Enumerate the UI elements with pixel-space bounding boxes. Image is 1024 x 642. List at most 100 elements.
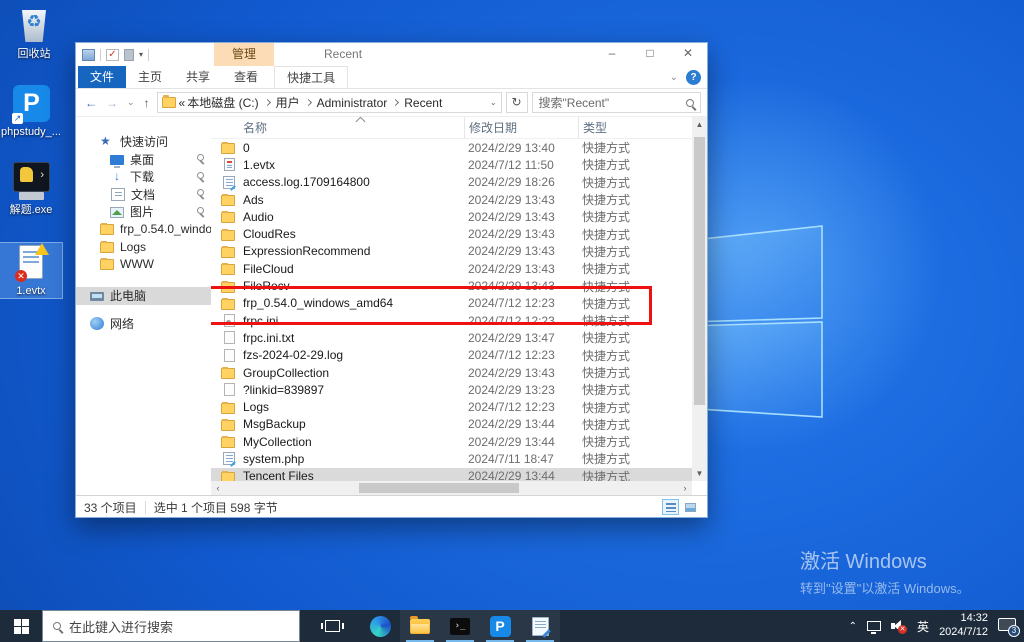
- file-row[interactable]: Tencent Files 2024/2/29 13:44 快捷方式: [211, 468, 692, 481]
- address-dropdown-icon[interactable]: ⌄: [490, 98, 497, 107]
- file-row[interactable]: ?linkid=839897 2024/2/29 13:23 快捷方式: [211, 381, 692, 398]
- sidebar-item--[interactable]: ↓ 下载: [76, 168, 211, 186]
- file-row[interactable]: frpc.ini.txt 2024/2/29 13:47 快捷方式: [211, 329, 692, 346]
- task-view-button[interactable]: [312, 610, 352, 642]
- taskbar-notepad-button[interactable]: [520, 610, 560, 642]
- tab-shortcut-tools[interactable]: 快捷工具: [274, 66, 348, 88]
- up-button[interactable]: ↑: [144, 96, 150, 110]
- sidebar-item--[interactable]: 图片: [76, 203, 211, 221]
- qat-newfolder-icon[interactable]: [124, 49, 134, 61]
- address-bar[interactable]: « 本地磁盘 (C:) 用户 Administrator Recent ⌄: [157, 92, 502, 113]
- sidebar-item--[interactable]: 文档: [76, 186, 211, 204]
- vertical-scrollbar[interactable]: ▲ ▼: [692, 117, 707, 481]
- vertical-scroll-thumb[interactable]: [694, 137, 705, 405]
- desktop-icon-jieti-exe[interactable]: › 解题.exe: [0, 162, 62, 217]
- file-row[interactable]: MyCollection 2024/2/29 13:44 快捷方式: [211, 433, 692, 450]
- sidebar-item-www[interactable]: WWW: [76, 256, 211, 274]
- refresh-button[interactable]: ↻: [506, 92, 528, 113]
- taskbar-cmd-button[interactable]: ›_: [440, 610, 480, 642]
- file-row[interactable]: 0 2024/2/29 13:40 快捷方式: [211, 139, 692, 156]
- sidebar-item-quick-access[interactable]: ★ 快速访问: [76, 133, 211, 151]
- breadcrumb-item[interactable]: 本地磁盘 (C:): [187, 94, 258, 111]
- file-row[interactable]: GroupCollection 2024/2/29 13:43 快捷方式: [211, 364, 692, 381]
- tab-share[interactable]: 共享: [174, 66, 222, 88]
- file-type: 快捷方式: [578, 191, 692, 208]
- file-row[interactable]: Ads 2024/2/29 13:43 快捷方式: [211, 191, 692, 208]
- sidebar-item--[interactable]: 桌面: [76, 151, 211, 169]
- file-row[interactable]: ExpressionRecommend 2024/2/29 13:43 快捷方式: [211, 243, 692, 260]
- file-row[interactable]: Logs 2024/7/12 12:23 快捷方式: [211, 398, 692, 415]
- file-row[interactable]: FileCloud 2024/2/29 13:43 快捷方式: [211, 260, 692, 277]
- scroll-down-icon[interactable]: ▼: [692, 466, 707, 481]
- sidebar-item-network[interactable]: 网络: [76, 315, 211, 333]
- file-row[interactable]: frp_0.54.0_windows_amd64 2024/7/12 12:23…: [211, 295, 692, 312]
- file-row[interactable]: 1.evtx 2024/7/12 11:50 快捷方式: [211, 156, 692, 173]
- file-date: 2024/2/29 13:40: [464, 141, 574, 155]
- minimize-button[interactable]: –: [593, 43, 631, 66]
- qat-checkbox-icon[interactable]: ✓: [106, 49, 119, 61]
- file-row[interactable]: fzs-2024-02-29.log 2024/7/12 12:23 快捷方式: [211, 347, 692, 364]
- breadcrumb-item[interactable]: Recent: [404, 96, 442, 110]
- sidebar-item-this-pc[interactable]: 此电脑: [76, 287, 211, 305]
- input-language-indicator[interactable]: 英: [917, 618, 929, 635]
- file-row[interactable]: access.log.1709164800 2024/2/29 18:26 快捷…: [211, 174, 692, 191]
- column-header-type[interactable]: 类型: [578, 117, 692, 139]
- taskbar-explorer-button[interactable]: [400, 610, 440, 642]
- tab-view[interactable]: 查看: [222, 66, 270, 88]
- breadcrumb-item[interactable]: 用户: [276, 94, 300, 111]
- file-date: 2024/2/29 13:47: [464, 331, 574, 345]
- start-button[interactable]: [0, 610, 42, 642]
- sidebar-item-logs[interactable]: Logs: [76, 238, 211, 256]
- manage-contextual-tab[interactable]: 管理: [214, 43, 274, 66]
- network-icon[interactable]: [867, 621, 881, 631]
- file-row[interactable]: CloudRes 2024/2/29 13:43 快捷方式: [211, 225, 692, 242]
- details-view-button[interactable]: [662, 499, 679, 515]
- ribbon-collapse-icon[interactable]: ⌄: [670, 72, 678, 83]
- file-name: fzs-2024-02-29.log: [239, 348, 460, 362]
- file-icon: [224, 349, 235, 362]
- sidebar-item-label: 快速访问: [120, 133, 211, 150]
- item-count: 33 个项目: [84, 499, 137, 516]
- recent-locations-icon[interactable]: ⌄: [127, 97, 135, 108]
- scroll-left-icon[interactable]: ‹: [211, 481, 225, 495]
- qat-dropdown-icon[interactable]: ▾: [139, 50, 143, 59]
- sidebar-item-frp_0-54-0_window[interactable]: frp_0.54.0_window: [76, 221, 211, 239]
- file-type: 快捷方式: [578, 208, 692, 225]
- taskbar-clock[interactable]: 14:32 2024/7/12: [939, 612, 988, 640]
- large-icons-view-button[interactable]: [682, 499, 699, 515]
- sidebar-item-label: 下载: [130, 168, 195, 185]
- help-icon[interactable]: ?: [686, 70, 701, 85]
- back-button[interactable]: ←: [85, 96, 97, 110]
- taskbar-search-input[interactable]: 在此键入进行搜索: [42, 610, 300, 642]
- file-date: 2024/2/29 13:44: [464, 469, 574, 481]
- column-header-date[interactable]: 修改日期: [464, 117, 574, 139]
- file-row[interactable]: FileRecv 2024/2/29 13:43 快捷方式: [211, 277, 692, 294]
- horizontal-scroll-thumb[interactable]: [359, 483, 519, 493]
- close-button[interactable]: ✕: [669, 43, 707, 66]
- column-header-name[interactable]: 名称: [239, 117, 460, 139]
- scroll-up-icon[interactable]: ▲: [692, 117, 707, 132]
- action-center-button[interactable]: 3: [998, 618, 1016, 634]
- file-row[interactable]: frpc.ini 2024/7/12 12:23 快捷方式: [211, 312, 692, 329]
- scroll-right-icon[interactable]: ›: [678, 481, 692, 495]
- tab-file[interactable]: 文件: [78, 66, 126, 88]
- desktop-icon-1-evtx[interactable]: ✕ 1.evtx: [0, 243, 62, 298]
- file-row[interactable]: MsgBackup 2024/2/29 13:44 快捷方式: [211, 416, 692, 433]
- breadcrumb-item[interactable]: Administrator: [317, 96, 388, 110]
- file-row[interactable]: system.php 2024/7/11 18:47 快捷方式: [211, 450, 692, 467]
- taskbar-phpstudy-button[interactable]: P: [480, 610, 520, 642]
- file-row[interactable]: Audio 2024/2/29 13:43 快捷方式: [211, 208, 692, 225]
- horizontal-scrollbar[interactable]: ‹ ›: [76, 481, 707, 495]
- tab-home[interactable]: 主页: [126, 66, 174, 88]
- desktop-icon-phpstudy[interactable]: P↗ phpstudy_...: [0, 84, 62, 139]
- taskbar-edge-button[interactable]: [360, 610, 400, 642]
- volume-muted-icon[interactable]: ✕: [891, 620, 907, 632]
- ini-icon: [224, 314, 235, 327]
- activation-watermark: 激活 Windows 转到"设置"以激活 Windows。: [800, 545, 970, 597]
- search-input[interactable]: 搜索"Recent": [532, 92, 701, 113]
- maximize-button[interactable]: □: [631, 43, 669, 66]
- desktop-icon-recycle-bin[interactable]: ♻ 回收站: [3, 6, 65, 61]
- error-icon: ✕: [15, 270, 27, 282]
- hidden-icons-chevron-icon[interactable]: ⌃: [849, 621, 857, 632]
- forward-button[interactable]: →: [106, 96, 118, 110]
